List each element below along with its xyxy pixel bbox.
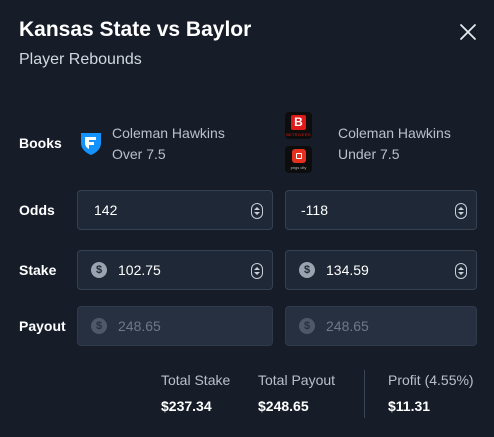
dollar-icon: $: [91, 318, 107, 334]
left-line: Over 7.5: [112, 146, 166, 162]
stepper-icon[interactable]: [455, 263, 467, 279]
stepper-icon[interactable]: [455, 203, 467, 219]
stepper-icon[interactable]: [251, 203, 263, 219]
left-payout-field: $ 248.65: [77, 306, 273, 346]
left-player: Coleman Hawkins: [112, 125, 225, 141]
left-stake-input[interactable]: $ 102.75: [77, 250, 273, 290]
total-payout-value: $248.65: [258, 398, 309, 414]
left-odds-input[interactable]: 142: [77, 190, 273, 230]
betrivers-logo: B BETRIVERS: [285, 112, 312, 139]
payout-label: Payout: [19, 318, 66, 334]
total-stake-label: Total Stake: [161, 372, 231, 388]
odds-label: Odds: [19, 202, 55, 218]
total-payout-label: Total Payout: [258, 372, 336, 388]
modal-subtitle: Player Rebounds: [19, 51, 142, 68]
right-selection: Coleman Hawkins Under 7.5: [338, 123, 451, 165]
play-sugarhouse-logo: pngs city: [285, 146, 312, 173]
right-odds-input[interactable]: -118: [285, 190, 477, 230]
right-line: Under 7.5: [338, 146, 400, 162]
right-stake-input[interactable]: $ 134.59: [285, 250, 477, 290]
total-stake-value: $237.34: [161, 398, 212, 414]
profit-value: $11.31: [388, 398, 431, 414]
stepper-icon[interactable]: [251, 263, 263, 279]
profit-label: Profit (4.55%): [388, 372, 474, 388]
summary-divider: [364, 370, 365, 418]
right-payout-field: $ 248.65: [285, 306, 477, 346]
books-label: Books: [19, 135, 62, 151]
dollar-icon: $: [299, 262, 315, 278]
left-selection: Coleman Hawkins Over 7.5: [112, 123, 225, 165]
modal-title: Kansas State vs Baylor: [19, 18, 252, 41]
fanduel-logo: [78, 130, 104, 156]
right-player: Coleman Hawkins: [338, 125, 451, 141]
dollar-icon: $: [91, 262, 107, 278]
stake-label: Stake: [19, 262, 57, 278]
dollar-icon: $: [299, 318, 315, 334]
close-icon[interactable]: [458, 22, 478, 42]
